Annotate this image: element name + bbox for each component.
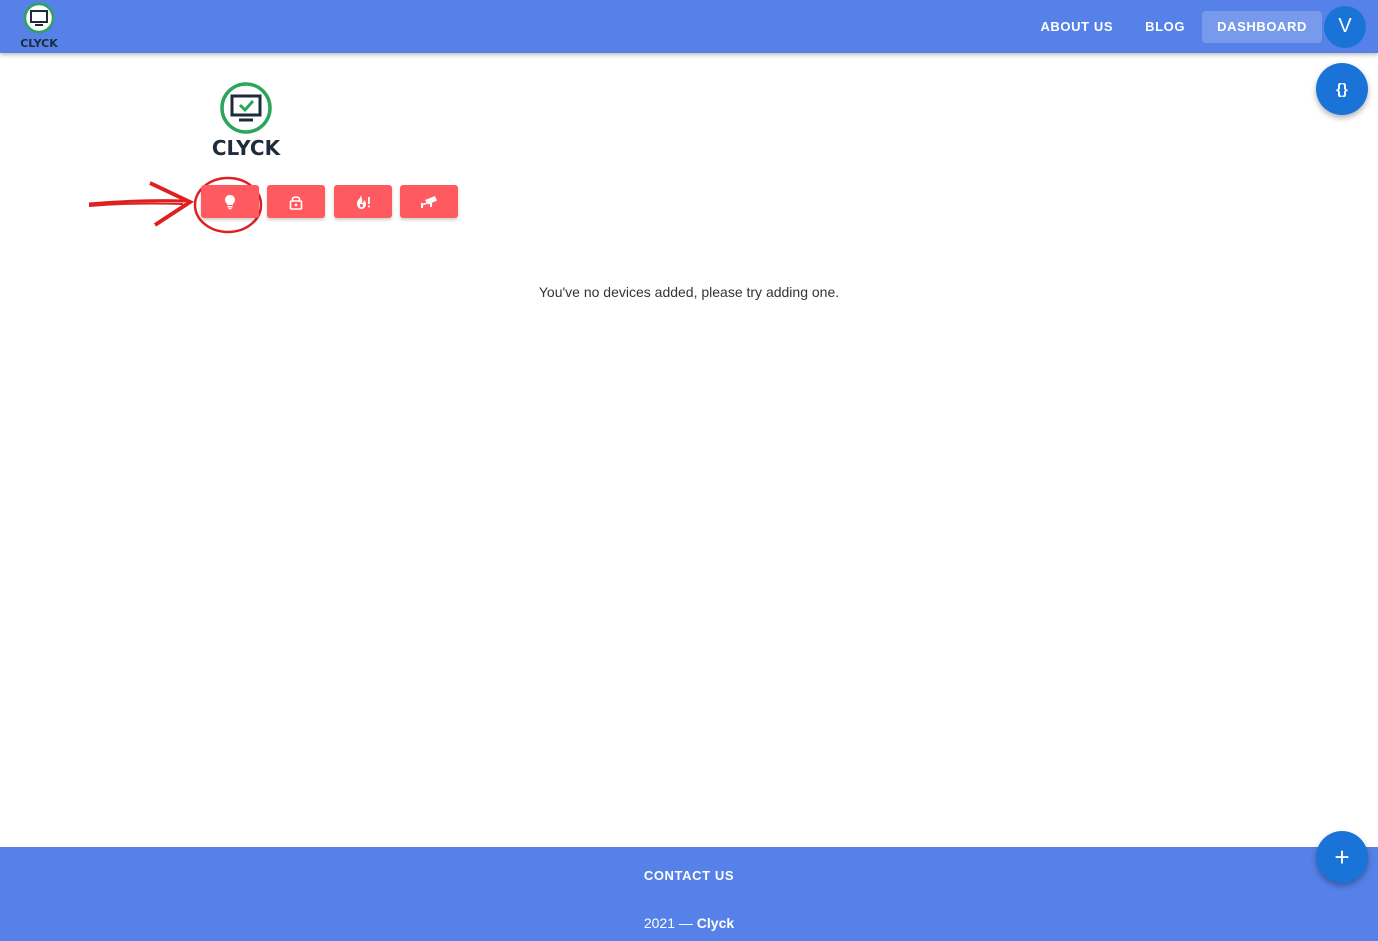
lights-category-button[interactable] [201,185,259,218]
security-camera-icon [421,195,437,208]
avatar[interactable]: V [1324,5,1366,48]
nav-blog[interactable]: BLOG [1130,11,1200,43]
lock-category-button[interactable] [267,185,325,218]
add-device-fab-button[interactable]: + [1316,831,1368,883]
app-bar: CLYCK ABOUT US BLOG DASHBOARD V [0,0,1378,53]
lightbulb-icon [225,194,235,209]
copyright: 2021 — Clyck [643,915,735,931]
fire-alarm-icon [357,194,370,209]
empty-devices-message: You've no devices added, please try addi… [538,284,840,300]
camera-category-button[interactable] [400,185,458,218]
code-fab-button[interactable]: {} [1316,63,1368,115]
brand-logo[interactable]: CLYCK [14,1,64,51]
lock-icon [289,195,303,210]
svg-text:CLYCK: CLYCK [20,37,58,50]
fire-alarm-category-button[interactable] [334,185,392,218]
svg-text:CLYCK: CLYCK [212,136,282,160]
footer-brand: Clyck [696,915,735,931]
nav-about-us[interactable]: ABOUT US [1025,11,1128,43]
contact-us-link[interactable]: CONTACT US [644,868,734,883]
top-nav: ABOUT US BLOG DASHBOARD V [1023,0,1366,53]
footer: CONTACT US 2021 — Clyck [0,847,1378,941]
nav-dashboard[interactable]: DASHBOARD [1202,10,1322,43]
clyck-logo: CLYCK [212,82,282,160]
